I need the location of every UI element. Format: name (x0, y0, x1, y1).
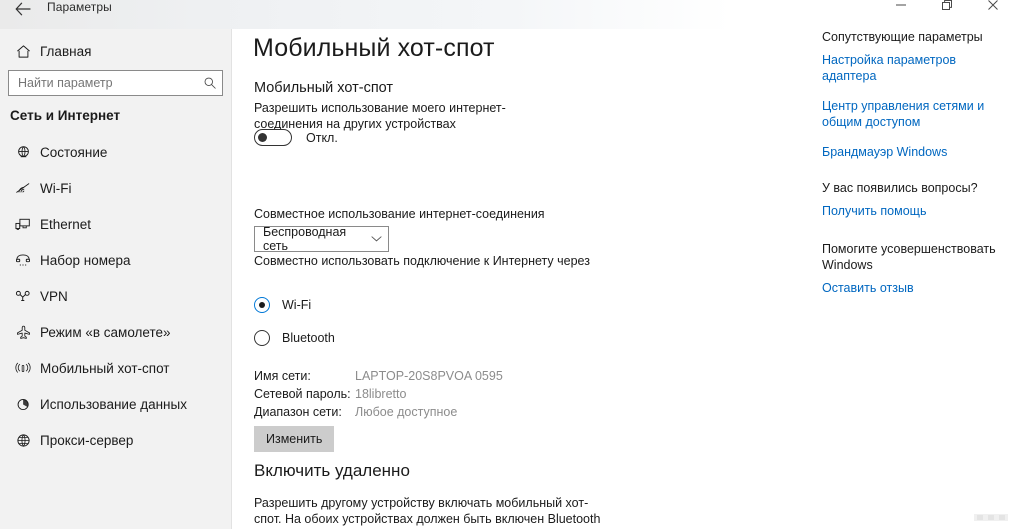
sidebar-item-label: VPN (40, 288, 68, 304)
radio-wifi-label: Wi-Fi (282, 298, 312, 312)
radio-wifi[interactable] (254, 297, 270, 313)
share-via-label: Совместно использовать подключение к Инт… (254, 254, 590, 268)
hotspot-toggle[interactable] (254, 129, 292, 146)
radio-option-bluetooth[interactable]: Bluetooth (254, 330, 335, 346)
wifi-icon (10, 181, 36, 195)
sidebar-home-label: Главная (40, 43, 92, 59)
window-title: Параметры (47, 0, 112, 14)
edit-button[interactable]: Изменить (254, 426, 335, 452)
hotspot-toggle-row[interactable]: Откл. (254, 129, 338, 146)
info-row: Имя сети: LAPTOP-20S8PVOA 0595 (254, 367, 503, 385)
hotspot-section-heading: Мобильный хот-спот (254, 80, 394, 96)
info-key: Диапазон сети: (254, 405, 342, 419)
sidebar-item-vpn[interactable]: VPN (0, 278, 232, 314)
page-title: Мобильный хот-спот (253, 34, 495, 62)
sidebar-item-airplane-mode[interactable]: Режим «в самолете» (0, 314, 232, 350)
info-key: Имя сети: (254, 369, 311, 383)
info-value: 18libretto (355, 387, 407, 401)
remote-section-heading: Включить удаленно (254, 461, 410, 480)
link-give-feedback[interactable]: Оставить отзыв (822, 280, 1004, 296)
sharing-selected-value: Беспроводная сеть (263, 225, 347, 253)
settings-window: Параметры Главная Найти параметр Сеть и … (0, 0, 1016, 529)
back-button[interactable] (8, 0, 38, 22)
hotspot-toggle-state: Откл. (306, 130, 338, 145)
link-network-sharing-center[interactable]: Центр управления сетями и общим доступом (822, 98, 1004, 130)
sidebar-item-label: Ethernet (40, 216, 92, 232)
related-settings-rail: Сопутствующие параметры Настройка параме… (822, 29, 1004, 313)
sidebar: Главная Найти параметр Сеть и Интернет С… (0, 0, 232, 529)
info-value: Любое доступное (355, 405, 458, 419)
info-value: LAPTOP-20S8PVOA 0595 (355, 369, 503, 383)
sidebar-item-label: Режим «в самолете» (40, 324, 171, 340)
questions-heading: У вас появились вопросы? (822, 181, 978, 195)
scroll-dot (999, 515, 1006, 520)
scroll-dot (987, 515, 994, 520)
airplane-icon (10, 325, 36, 340)
restore-button[interactable] (924, 0, 970, 18)
vpn-key-icon (10, 289, 36, 303)
scroll-indicator (974, 514, 1008, 521)
chevron-down-icon (364, 235, 388, 243)
scroll-dot (976, 515, 983, 520)
sidebar-item-label: Состояние (40, 144, 108, 160)
sidebar-item-mobile-hotspot[interactable]: Мобильный хот-спот (0, 350, 232, 386)
related-settings-block: Сопутствующие параметры Настройка параме… (822, 29, 1004, 160)
sidebar-nav-list: Состояние Wi-Fi Ethernet Набор номера VP… (0, 134, 232, 458)
link-windows-firewall[interactable]: Брандмауэр Windows (822, 144, 1004, 160)
sidebar-item-label: Мобильный хот-спот (40, 360, 170, 376)
hotspot-icon (10, 361, 36, 375)
remote-description: Разрешить другому устройству включать мо… (254, 496, 601, 529)
info-key: Сетевой пароль: (254, 387, 351, 401)
data-usage-pie-icon (10, 397, 36, 412)
sidebar-item-proxy[interactable]: Прокси-сервер (0, 422, 232, 458)
sidebar-item-ethernet[interactable]: Ethernet (0, 206, 232, 242)
hotspot-description: Разрешить использование моего интернет-с… (254, 101, 506, 131)
sharing-select[interactable]: Беспроводная сеть (254, 225, 389, 253)
dialup-phone-icon (10, 253, 36, 267)
search-input[interactable]: Найти параметр (8, 70, 223, 96)
ethernet-icon (10, 217, 36, 231)
home-icon (10, 44, 36, 59)
info-row: Сетевой пароль: 18libretto (254, 385, 503, 403)
title-bar: Параметры (0, 0, 1016, 29)
sidebar-item-label: Набор номера (40, 252, 131, 268)
sharing-label: Совместное использование интернет-соедин… (254, 207, 545, 221)
sidebar-item-dialup[interactable]: Набор номера (0, 242, 232, 278)
improve-windows-heading: Помогите усовершенствовать Windows (822, 242, 996, 272)
radio-option-wifi[interactable]: Wi-Fi (254, 297, 311, 313)
search-icon (198, 76, 222, 90)
toggle-knob (258, 133, 267, 142)
link-get-help[interactable]: Получить помощь (822, 203, 1004, 219)
info-row: Диапазон сети: Любое доступное (254, 403, 503, 421)
sidebar-item-wifi[interactable]: Wi-Fi (0, 170, 232, 206)
sidebar-item-status[interactable]: Состояние (0, 134, 232, 170)
improve-windows-block: Помогите усовершенствовать Windows Остав… (822, 241, 1004, 296)
related-settings-heading: Сопутствующие параметры (822, 30, 983, 44)
sidebar-item-label: Прокси-сервер (40, 432, 134, 448)
minimize-button[interactable] (878, 0, 924, 18)
window-controls (878, 0, 1016, 18)
sidebar-group-title: Сеть и Интернет (10, 108, 121, 123)
radio-bluetooth[interactable] (254, 330, 270, 346)
sidebar-item-data-usage[interactable]: Использование данных (0, 386, 232, 422)
proxy-globe-icon (10, 433, 36, 448)
sidebar-item-label: Wi-Fi (40, 180, 72, 196)
sidebar-item-label: Использование данных (40, 396, 187, 412)
network-info-table: Имя сети: LAPTOP-20S8PVOA 0595 Сетевой п… (254, 367, 503, 421)
link-adapter-settings[interactable]: Настройка параметров адаптера (822, 52, 1004, 84)
radio-bluetooth-label: Bluetooth (282, 331, 335, 345)
close-button[interactable] (970, 0, 1016, 18)
questions-block: У вас появились вопросы? Получить помощь (822, 180, 1004, 219)
search-placeholder: Найти параметр (18, 75, 113, 90)
globe-status-icon (10, 145, 36, 160)
sidebar-item-home[interactable]: Главная (0, 33, 232, 69)
